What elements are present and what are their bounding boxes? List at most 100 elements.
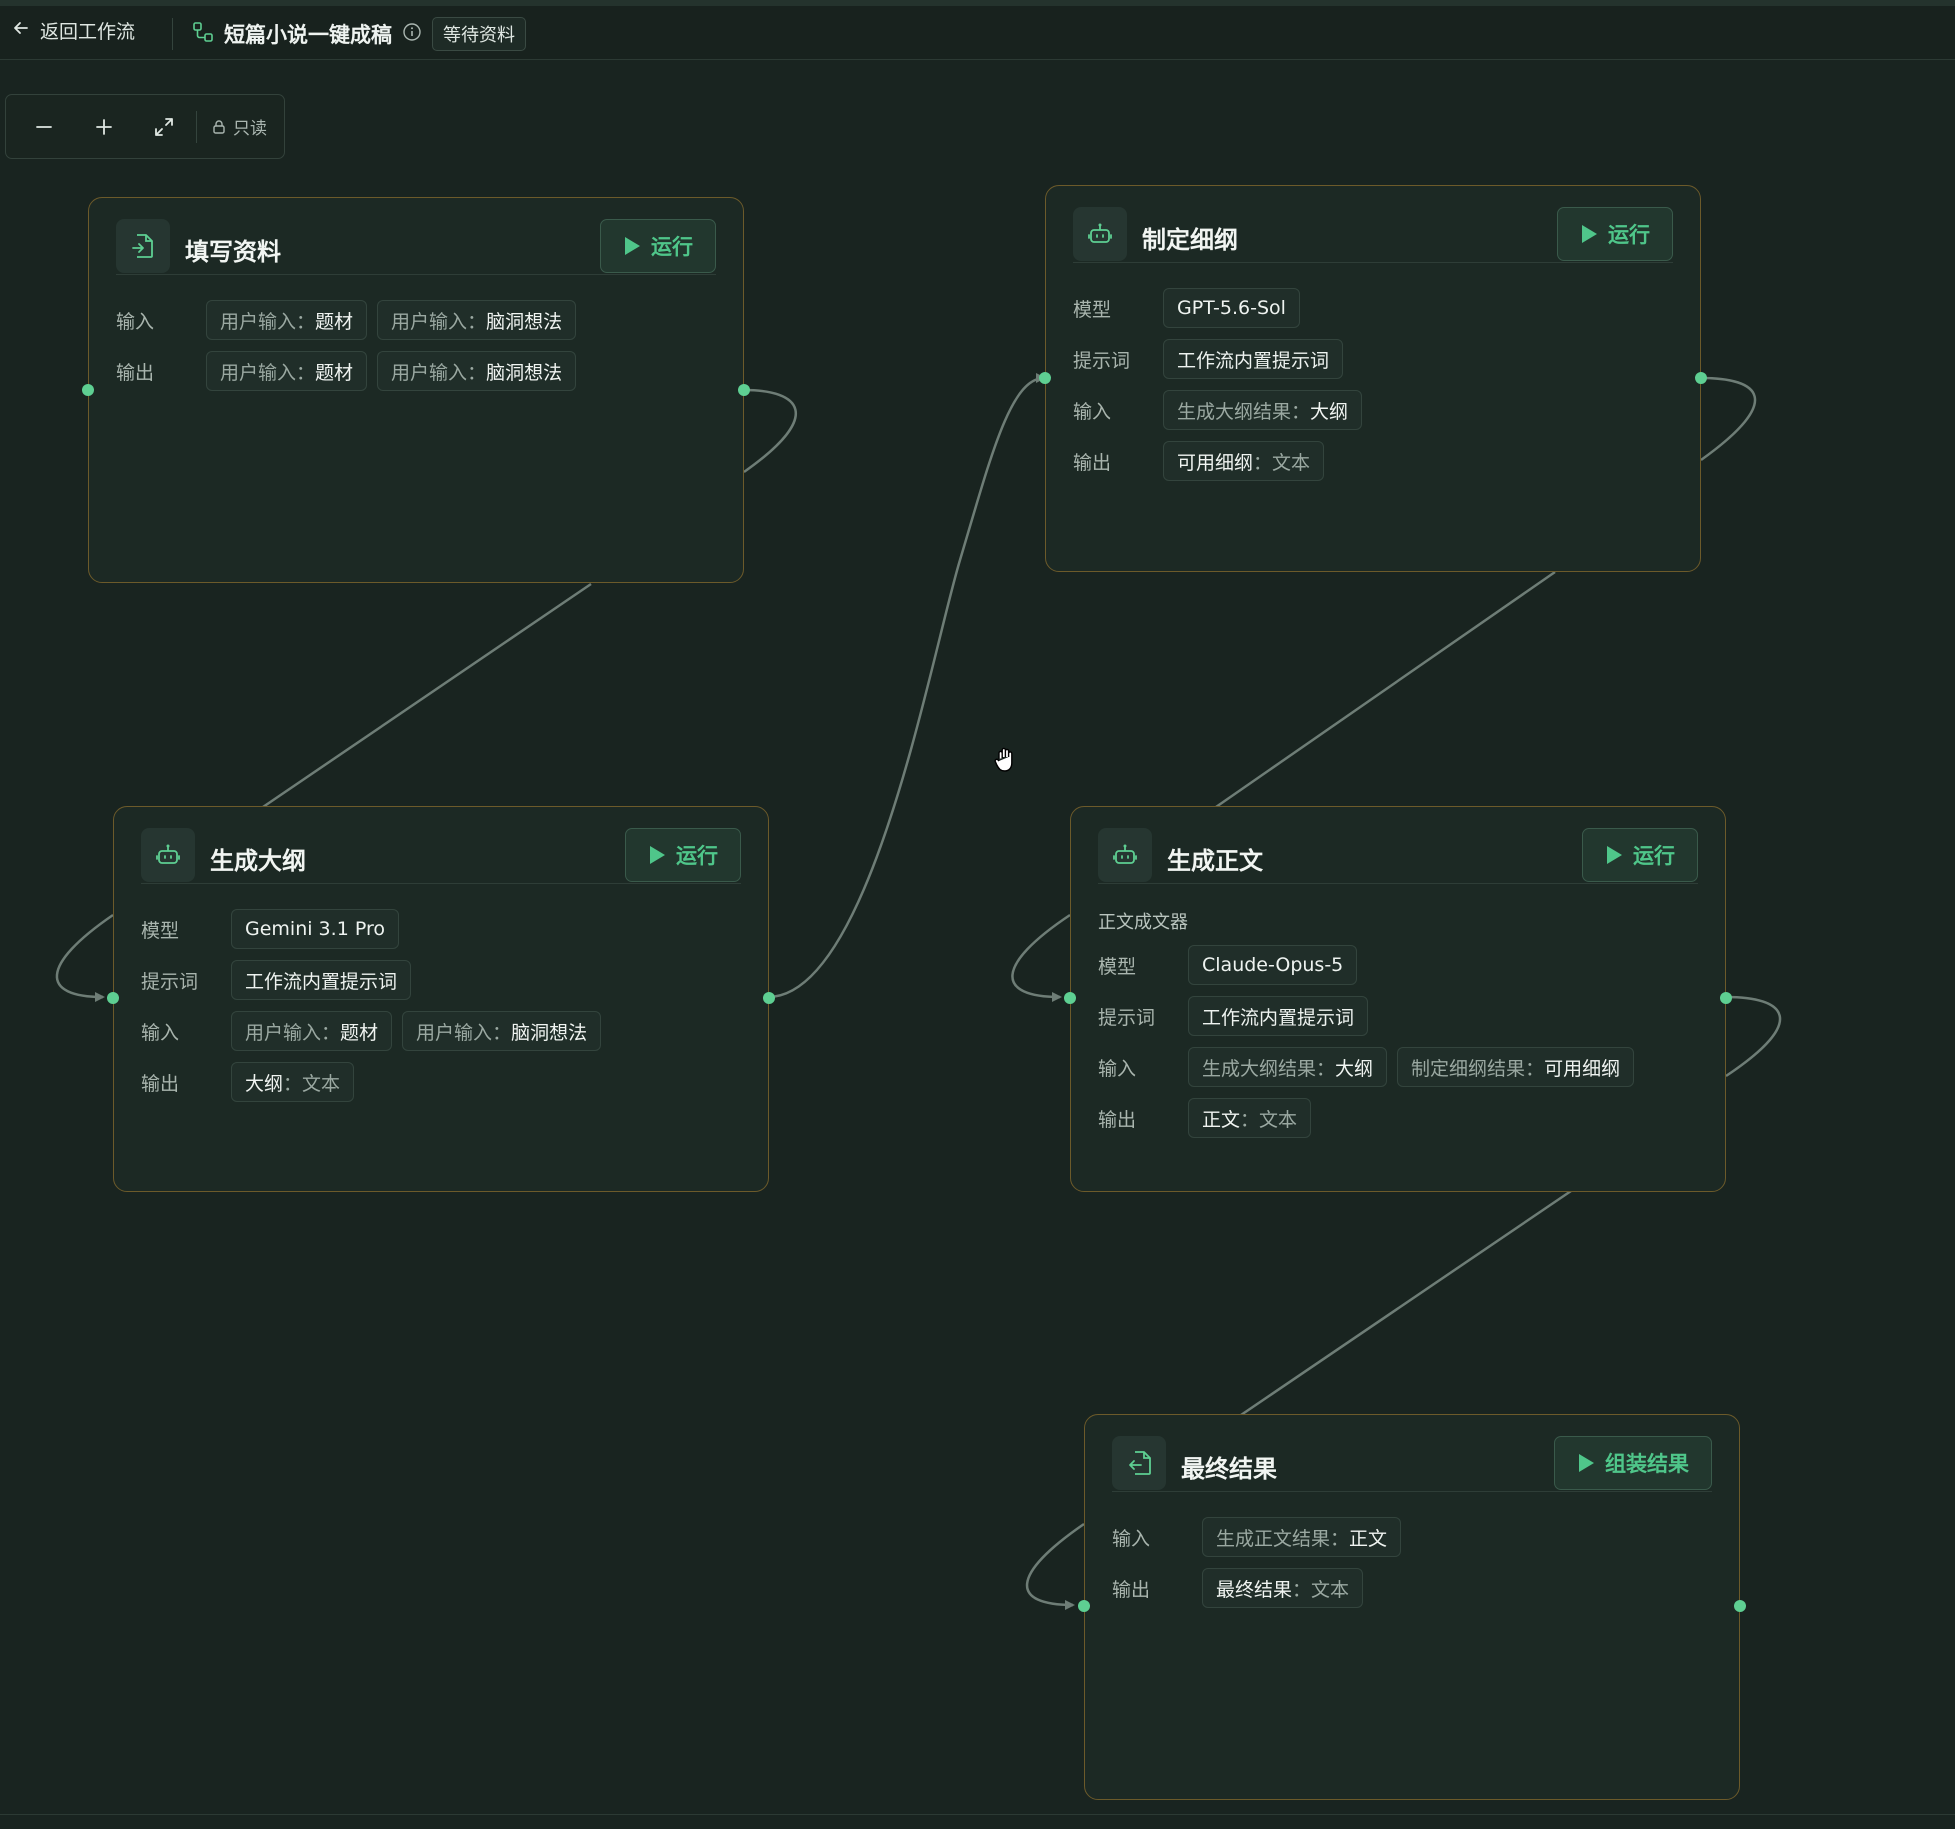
output-port[interactable] [1720, 992, 1732, 1004]
chip-key: 用户输入 [220, 310, 297, 333]
prompt-label: 提示词 [141, 970, 199, 993]
input-port[interactable] [1064, 992, 1076, 1004]
input-chip: 用户输入：题材 [231, 1011, 393, 1051]
chip-key: 用户输入 [391, 361, 468, 384]
model-label: 模型 [141, 919, 180, 942]
chip-type: 文本 [302, 1072, 341, 1095]
output-port[interactable] [1695, 372, 1707, 384]
edge-outline-loop [55, 913, 114, 1002]
node-fill-info[interactable]: 填写资料 运行 输入 用户输入：题材 用户输入：脑洞想法 输出 用户输入：题材 … [82, 197, 750, 583]
divider [172, 18, 173, 50]
chip-key: 用户输入 [391, 310, 468, 333]
output-port[interactable] [1734, 1600, 1746, 1612]
edge-body-loop-in [1011, 913, 1071, 1002]
input-chip: 生成正文结果：正文 [1202, 1517, 1402, 1557]
output-chip: 用户输入：题材 [206, 351, 368, 391]
chip-key: 生成大纲结果 [1177, 400, 1292, 423]
row-model: 模型 Gemini 3.1 Pro [141, 908, 748, 950]
node-header: 生成正文 运行 [1098, 828, 1698, 884]
chip-value: 大纲 [1335, 1057, 1374, 1080]
edge-fill-to-outline [262, 582, 592, 809]
run-label: 运行 [676, 844, 718, 868]
prompt-label: 提示词 [1073, 349, 1131, 372]
input-label: 输入 [141, 1021, 180, 1044]
input-chip: 生成大纲结果：大纲 [1188, 1047, 1388, 1087]
node-generate-body[interactable]: 生成正文 运行 正文成文器 模型 Claude-Opus-5 提示词 工作流内置… [1064, 806, 1732, 1192]
play-icon [1579, 1454, 1594, 1472]
input-port[interactable] [107, 992, 119, 1004]
edge-detail-to-body [1215, 570, 1556, 809]
readonly-indicator: 只读 [211, 114, 267, 139]
output-label: 输出 [1112, 1578, 1151, 1601]
zoom-out-button[interactable] [24, 107, 64, 147]
model-chip: Claude-Opus-5 [1188, 945, 1358, 985]
input-label: 输入 [116, 310, 155, 333]
chip-value: 可用细纲 [1544, 1057, 1621, 1080]
chip-key: 用户输入 [416, 1021, 493, 1044]
chip-type: 文本 [1272, 451, 1311, 474]
prompt-chip: 工作流内置提示词 [231, 960, 412, 1000]
run-button[interactable]: 运行 [625, 828, 741, 882]
model-label: 模型 [1073, 298, 1112, 321]
info-icon[interactable] [402, 22, 422, 46]
output-chip: 最终结果：文本 [1202, 1568, 1364, 1608]
row-input: 输入 生成大纲结果：大纲 制定细纲结果：可用细纲 [1098, 1046, 1705, 1088]
run-label: 运行 [1633, 844, 1675, 868]
minus-icon [36, 125, 52, 128]
chip-key: 用户输入 [245, 1021, 322, 1044]
chip-value: 正文 [1349, 1527, 1388, 1550]
assemble-label: 组装结果 [1605, 1452, 1689, 1476]
workflow-icon [192, 21, 214, 47]
chip-name: 正文 [1202, 1108, 1241, 1131]
status-badge: 等待资料 [432, 17, 526, 51]
input-port[interactable] [1078, 1600, 1090, 1612]
node-title: 制定细纲 [1142, 226, 1238, 254]
output-port[interactable] [738, 384, 750, 396]
toolbar-divider [196, 110, 197, 143]
chip-key: 生成正文结果 [1216, 1527, 1331, 1550]
chip-value: 题材 [340, 1021, 379, 1044]
node-generate-outline[interactable]: 生成大纲 运行 模型 Gemini 3.1 Pro 提示词 工作流内置提示词 输… [107, 806, 775, 1192]
row-prompt: 提示词 工作流内置提示词 [141, 959, 748, 1001]
row-output: 输出 正文：文本 [1098, 1097, 1705, 1139]
row-output: 输出 可用细纲：文本 [1073, 440, 1680, 482]
assemble-button[interactable]: 组装结果 [1554, 1436, 1712, 1490]
node-detail-outline[interactable]: 制定细纲 运行 模型 GPT-5.6-Sol 提示词 工作流内置提示词 输入 生… [1039, 185, 1707, 572]
output-port[interactable] [763, 992, 775, 1004]
row-input: 输入 生成大纲结果：大纲 [1073, 389, 1680, 431]
run-button[interactable]: 运行 [600, 219, 716, 273]
row-input: 输入 生成正文结果：正文 [1112, 1516, 1719, 1558]
input-port[interactable] [1039, 372, 1051, 384]
input-port[interactable] [82, 384, 94, 396]
chip-name: 最终结果 [1216, 1578, 1293, 1601]
canvas-toolbar: 只读 [5, 94, 285, 159]
back-label: 返回工作流 [40, 21, 136, 43]
fit-view-button[interactable] [144, 107, 184, 147]
expand-icon [155, 117, 173, 136]
output-chip: 大纲：文本 [231, 1062, 355, 1102]
run-button[interactable]: 运行 [1582, 828, 1698, 882]
zoom-in-button[interactable] [84, 107, 124, 147]
row-prompt: 提示词 工作流内置提示词 [1073, 338, 1680, 380]
output-chip: 可用细纲：文本 [1163, 441, 1325, 481]
output-label: 输出 [1073, 451, 1112, 474]
bottom-border [0, 1814, 1955, 1815]
prompt-label: 提示词 [1098, 1006, 1156, 1029]
chip-value: 大纲 [1310, 400, 1349, 423]
robot-icon [141, 828, 195, 882]
chip-key: 制定细纲结果 [1411, 1057, 1526, 1080]
node-title: 生成大纲 [210, 847, 306, 875]
model-chip: GPT-5.6-Sol [1163, 288, 1300, 328]
arrow-left-icon [12, 19, 30, 42]
run-button[interactable]: 运行 [1557, 207, 1673, 261]
output-label: 输出 [141, 1072, 180, 1095]
edge-final-loop [1025, 1522, 1085, 1610]
node-final-result[interactable]: 最终结果 组装结果 输入 生成正文结果：正文 输出 最终结果：文本 [1078, 1414, 1746, 1800]
play-icon [625, 237, 640, 255]
edge-body-loop-out [1725, 995, 1782, 1078]
run-label: 运行 [651, 235, 693, 259]
chip-key: 生成大纲结果 [1202, 1057, 1317, 1080]
edge-detail-loop [1700, 376, 1757, 462]
run-label: 运行 [1608, 223, 1650, 247]
back-to-workflow-button[interactable]: 返回工作流 [12, 17, 135, 44]
